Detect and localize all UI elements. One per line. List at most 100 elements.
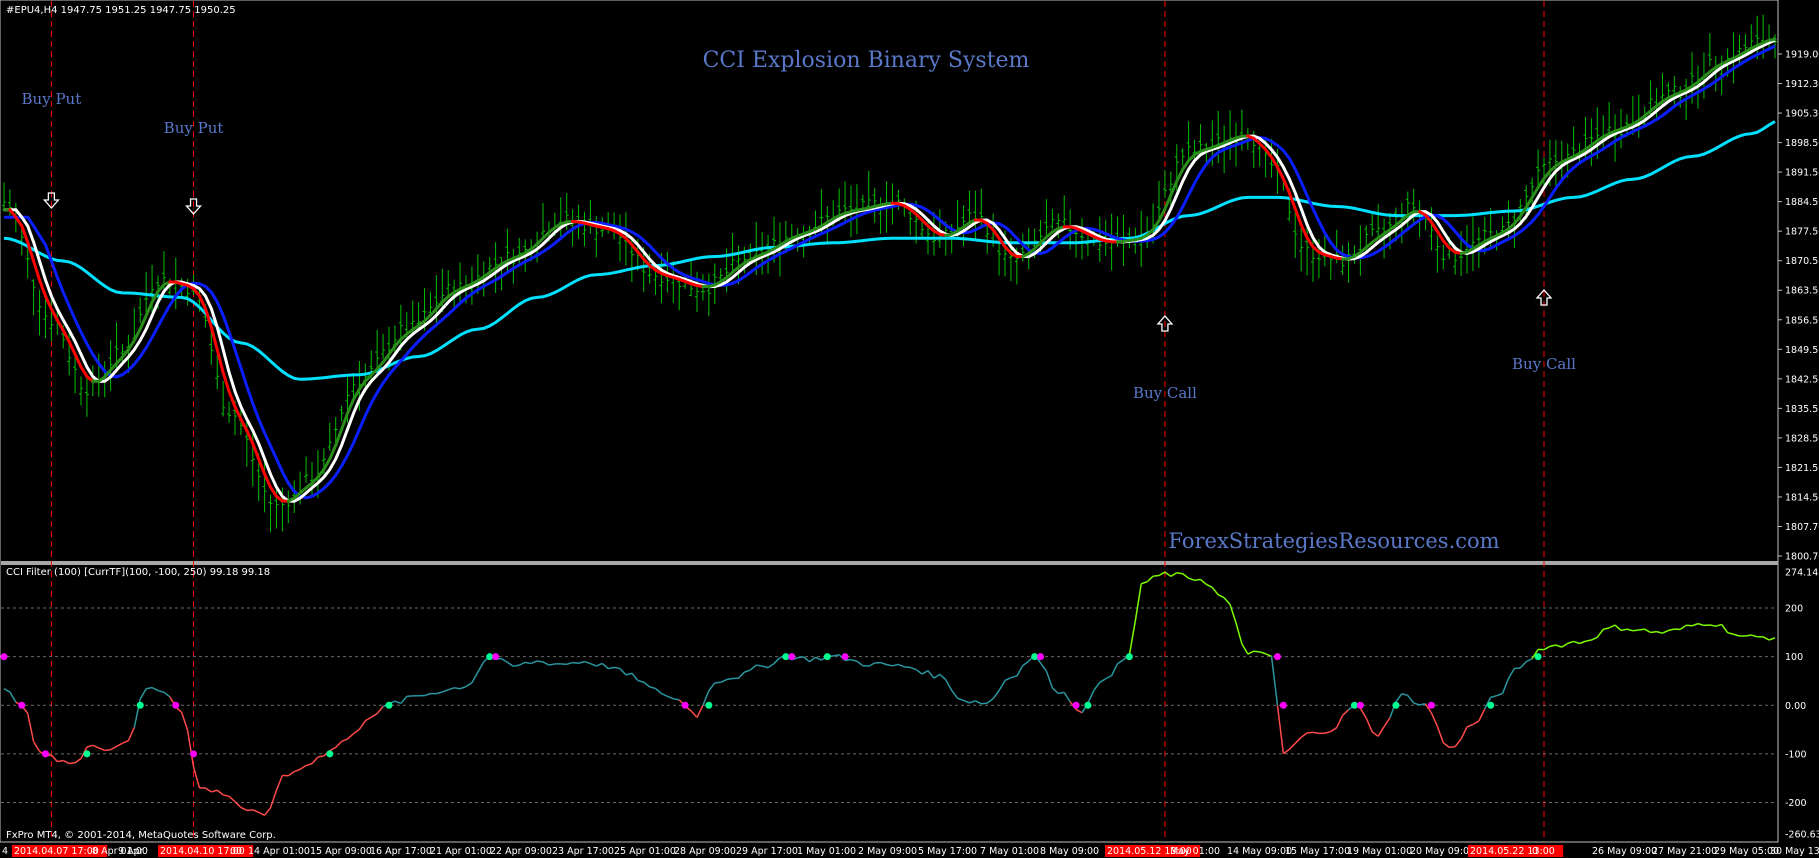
time-label: 14 May 09:00 xyxy=(1227,846,1292,857)
price-tick-label: 1842.50 xyxy=(1785,374,1819,385)
chart-title: CCI Explosion Binary System xyxy=(703,48,1030,73)
cci-cross-dot xyxy=(1356,701,1364,709)
cci-segment xyxy=(1632,629,1639,632)
cci-cross-dot xyxy=(1273,653,1281,661)
time-label: 2014.05.22 13:00 xyxy=(1470,846,1555,857)
cci-cross-dot xyxy=(172,701,180,709)
copyright: FxPro MT4, © 2001-2014, MetaQuotes Softw… xyxy=(6,830,276,841)
cci-segment xyxy=(714,681,721,684)
cci-cross-dot xyxy=(492,653,500,661)
cci-segment xyxy=(726,677,733,681)
time-label: 20 May 09:00 xyxy=(1410,846,1475,857)
cci-cross-dot xyxy=(1487,701,1495,709)
cci-cross-dot xyxy=(83,750,91,758)
time-label: 21 Apr 01:00 xyxy=(430,846,492,857)
cci-segment xyxy=(548,663,555,666)
time-label: 7 May 01:00 xyxy=(980,846,1039,857)
time-label: 19 May 01:00 xyxy=(1347,846,1412,857)
time-label: 8 May 09:00 xyxy=(1040,846,1099,857)
time-label: 4 xyxy=(2,846,8,857)
mt4-chart[interactable]: Buy PutBuy PutBuy CallBuy Call 1919.0019… xyxy=(0,0,1819,858)
cci-cross-dot xyxy=(1427,701,1435,709)
cci-cross-dot xyxy=(41,750,49,758)
price-tick-label: 1849.50 xyxy=(1785,345,1819,356)
cci-cross-dot xyxy=(1534,653,1542,661)
cci-cross-dot xyxy=(681,701,689,709)
time-label: 16 Apr 17:00 xyxy=(370,846,432,857)
cci-segment xyxy=(1058,691,1065,695)
watermark: ForexStrategiesResources.com xyxy=(1168,529,1499,553)
price-tick-label: 1821.50 xyxy=(1785,463,1819,474)
time-label: May 01:00 xyxy=(1170,846,1220,857)
cci-segment xyxy=(525,661,532,665)
cci-tick-label: 100 xyxy=(1785,652,1803,663)
time-label: 5 May 17:00 xyxy=(918,846,977,857)
cci-segment xyxy=(246,809,253,812)
signal-label: Buy Put xyxy=(164,119,224,137)
price-tick-label: 1912.30 xyxy=(1785,79,1819,90)
cci-segment xyxy=(1253,650,1260,653)
price-tick-label: 1870.50 xyxy=(1785,256,1819,267)
price-tick-label: 1800.70 xyxy=(1785,552,1819,563)
price-tick-label: 1856.50 xyxy=(1785,315,1819,326)
time-label: 27 May 21:00 xyxy=(1652,846,1717,857)
cci-axis: 274.14 200 100 0.00 -100 -200 -260.63 xyxy=(1785,568,1819,841)
time-label: 00 xyxy=(230,846,242,857)
cci-segment xyxy=(1307,731,1314,734)
time-label: 26 May 09:00 xyxy=(1592,846,1657,857)
cci-segment xyxy=(69,761,76,765)
cci-cross-dot xyxy=(841,653,849,661)
cci-cross-dot xyxy=(1392,701,1400,709)
cci-segment xyxy=(406,695,413,698)
price-tick-label: 1891.50 xyxy=(1785,168,1819,179)
cci-segment xyxy=(904,666,911,669)
chart-frame xyxy=(0,0,1779,843)
price-tick-label: 1905.30 xyxy=(1785,109,1819,120)
time-label: 14 Apr 01:00 xyxy=(248,846,310,857)
price-tick-label: 1814.50 xyxy=(1785,492,1819,503)
cci-cross-dot xyxy=(326,750,334,758)
cci-segment xyxy=(1449,745,1456,749)
time-label: 0 xyxy=(1532,846,1538,857)
cci-cross-dot xyxy=(705,701,713,709)
time-axis: 4 2014.04.07 17:008 Apr 01:009 Apr 2014.04… xyxy=(2,845,1819,857)
cci-segment xyxy=(572,661,579,665)
cci-tick-label: 200 xyxy=(1785,604,1803,615)
cci-tick-label: -200 xyxy=(1785,798,1807,809)
cci-cross-dot xyxy=(1072,701,1080,709)
cci-cross-dot xyxy=(788,653,796,661)
time-label: 2014.04.07 17:00 xyxy=(14,846,99,857)
price-tick-label: 1898.50 xyxy=(1785,138,1819,149)
cci-cross-dot xyxy=(1084,701,1092,709)
cci-cross-dot xyxy=(823,653,831,661)
symbol-info: #EPU4,H4 1947.75 1951.25 1947.75 1950.25 xyxy=(6,5,236,16)
cci-segment xyxy=(1194,578,1201,582)
cci-segment xyxy=(1638,628,1645,631)
time-label: 23 Apr 17:00 xyxy=(552,846,614,857)
cci-cross-dot xyxy=(190,750,198,758)
cci-tick-label: 274.14 xyxy=(1785,568,1818,579)
price-tick-label: 1807.70 xyxy=(1785,522,1819,533)
signal-label: Buy Call xyxy=(1512,355,1576,373)
cci-cross-dot xyxy=(385,701,393,709)
cci-segment xyxy=(1176,571,1183,575)
cci-cross-dot xyxy=(136,701,144,709)
time-label: 2 May 09:00 xyxy=(858,846,917,857)
cci-tick-label: 0.00 xyxy=(1785,701,1806,712)
cci-segment xyxy=(104,749,111,752)
cci-segment xyxy=(536,660,544,663)
price-tick-label: 1828.50 xyxy=(1785,433,1819,444)
price-tick-label: 1863.50 xyxy=(1785,286,1819,297)
pane-separator[interactable] xyxy=(1,561,1778,565)
cci-segment xyxy=(756,664,763,667)
cci-segment xyxy=(797,656,804,659)
price-tick-label: 1835.50 xyxy=(1785,404,1819,415)
time-label: 15 May 17:00 xyxy=(1285,846,1350,857)
time-label: 22 Apr 09:00 xyxy=(490,846,552,857)
time-label: 9 Apr xyxy=(118,846,144,857)
cci-cross-dot xyxy=(18,701,26,709)
time-label: 29 Apr 17:00 xyxy=(736,846,798,857)
price-tick-label: 1919.00 xyxy=(1785,50,1819,61)
cci-cross-dot xyxy=(1037,653,1045,661)
price-tick-label: 1884.50 xyxy=(1785,197,1819,208)
